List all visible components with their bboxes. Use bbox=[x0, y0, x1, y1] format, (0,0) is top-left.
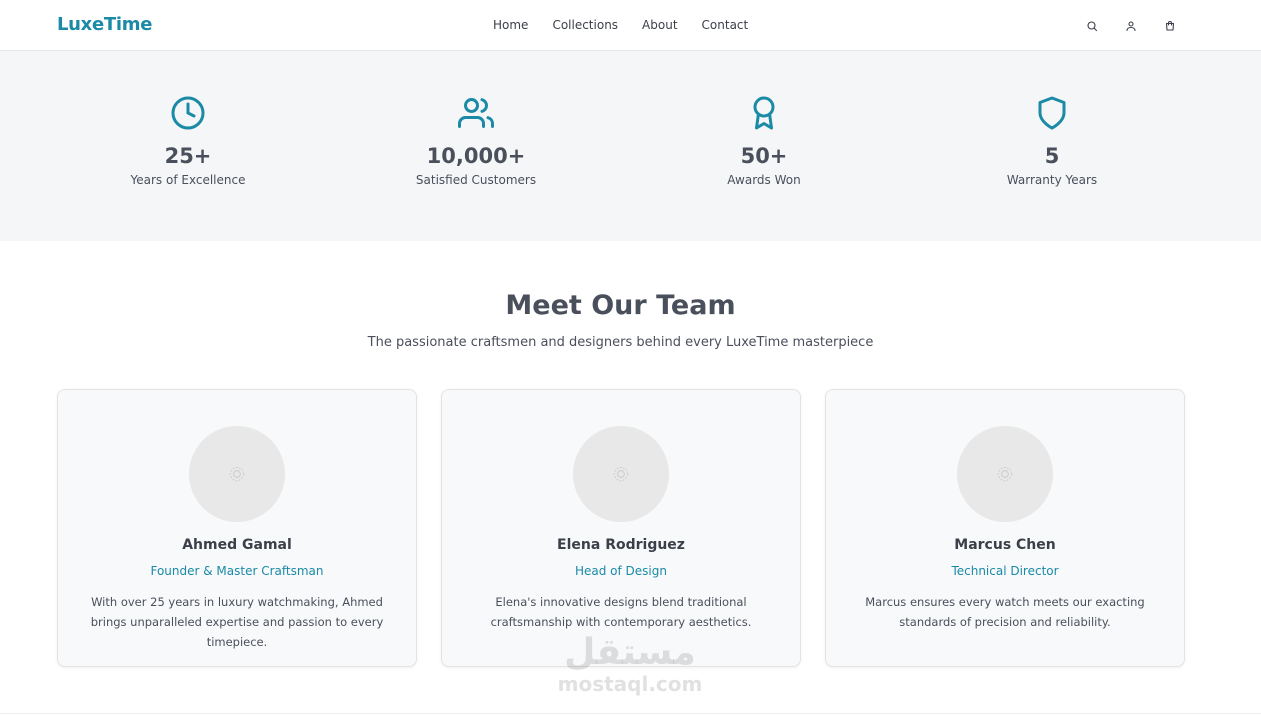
image-placeholder-icon bbox=[997, 466, 1013, 482]
member-role: Founder & Master Craftsman bbox=[150, 564, 324, 578]
watermark-latin: mostaql.com bbox=[557, 672, 703, 696]
member-name: Ahmed Gamal bbox=[182, 537, 292, 553]
stat-value: 25+ bbox=[164, 144, 212, 168]
stat-value: 50+ bbox=[740, 144, 788, 168]
stat-label: Years of Excellence bbox=[130, 173, 246, 187]
brand-logo[interactable]: LuxeTime bbox=[57, 14, 152, 35]
clock-icon bbox=[171, 96, 205, 130]
member-name: Elena Rodriguez bbox=[557, 537, 685, 553]
users-icon bbox=[458, 98, 494, 128]
watermark: مستقل mostaql.com bbox=[550, 632, 710, 696]
stat-warranty: 5 Warranty Years bbox=[952, 95, 1152, 187]
member-role: Head of Design bbox=[574, 564, 667, 578]
divider bbox=[0, 713, 1261, 714]
nav-contact[interactable]: Contact bbox=[702, 18, 749, 32]
site-header: LuxeTime Home Collections About Contact bbox=[0, 0, 1261, 51]
section-subtitle: The passionate craftsmen and designers b… bbox=[367, 335, 874, 350]
nav-collections[interactable]: Collections bbox=[552, 18, 618, 32]
stat-label: Awards Won bbox=[727, 173, 801, 187]
team-card: Marcus Chen Technical Director Marcus en… bbox=[825, 389, 1185, 667]
stat-label: Warranty Years bbox=[1006, 173, 1098, 187]
image-placeholder-icon bbox=[229, 466, 245, 482]
stat-years: 25+ Years of Excellence bbox=[88, 95, 288, 187]
member-bio: Marcus ensures every watch meets our exa… bbox=[865, 595, 1145, 629]
avatar bbox=[573, 426, 669, 522]
stat-label: Satisfied Customers bbox=[415, 173, 537, 187]
section-title: Meet Our Team bbox=[505, 290, 736, 321]
search-icon[interactable] bbox=[1086, 17, 1100, 32]
member-role: Technical Director bbox=[951, 564, 1059, 578]
cart-icon[interactable] bbox=[1164, 17, 1178, 31]
nav-home[interactable]: Home bbox=[493, 18, 528, 32]
image-placeholder-icon bbox=[613, 466, 629, 482]
watermark-arabic: مستقل bbox=[564, 632, 696, 673]
stat-customers: 10,000+ Satisfied Customers bbox=[376, 95, 576, 187]
team-card: Elena Rodriguez Head of Design Elena's i… bbox=[441, 389, 801, 667]
avatar bbox=[957, 426, 1053, 522]
stats-section: 25+ Years of Excellence 10,000+ Satisfie… bbox=[0, 51, 1261, 241]
nav-about[interactable]: About bbox=[642, 18, 677, 32]
stat-value: 5 bbox=[1044, 144, 1060, 168]
avatar bbox=[189, 426, 285, 522]
award-icon bbox=[753, 96, 775, 130]
stat-awards: 50+ Awards Won bbox=[664, 95, 864, 187]
main-nav: Home Collections About Contact bbox=[493, 18, 772, 32]
member-name: Marcus Chen bbox=[954, 537, 1056, 553]
member-bio: With over 25 years in luxury watchmaking… bbox=[90, 595, 384, 649]
member-bio: Elena's innovative designs blend traditi… bbox=[490, 595, 752, 629]
shield-icon bbox=[1038, 96, 1066, 130]
team-card: Ahmed Gamal Founder & Master Craftsman W… bbox=[57, 389, 417, 667]
user-icon[interactable] bbox=[1125, 17, 1139, 32]
stat-value: 10,000+ bbox=[426, 144, 526, 168]
header-actions bbox=[1086, 17, 1203, 32]
